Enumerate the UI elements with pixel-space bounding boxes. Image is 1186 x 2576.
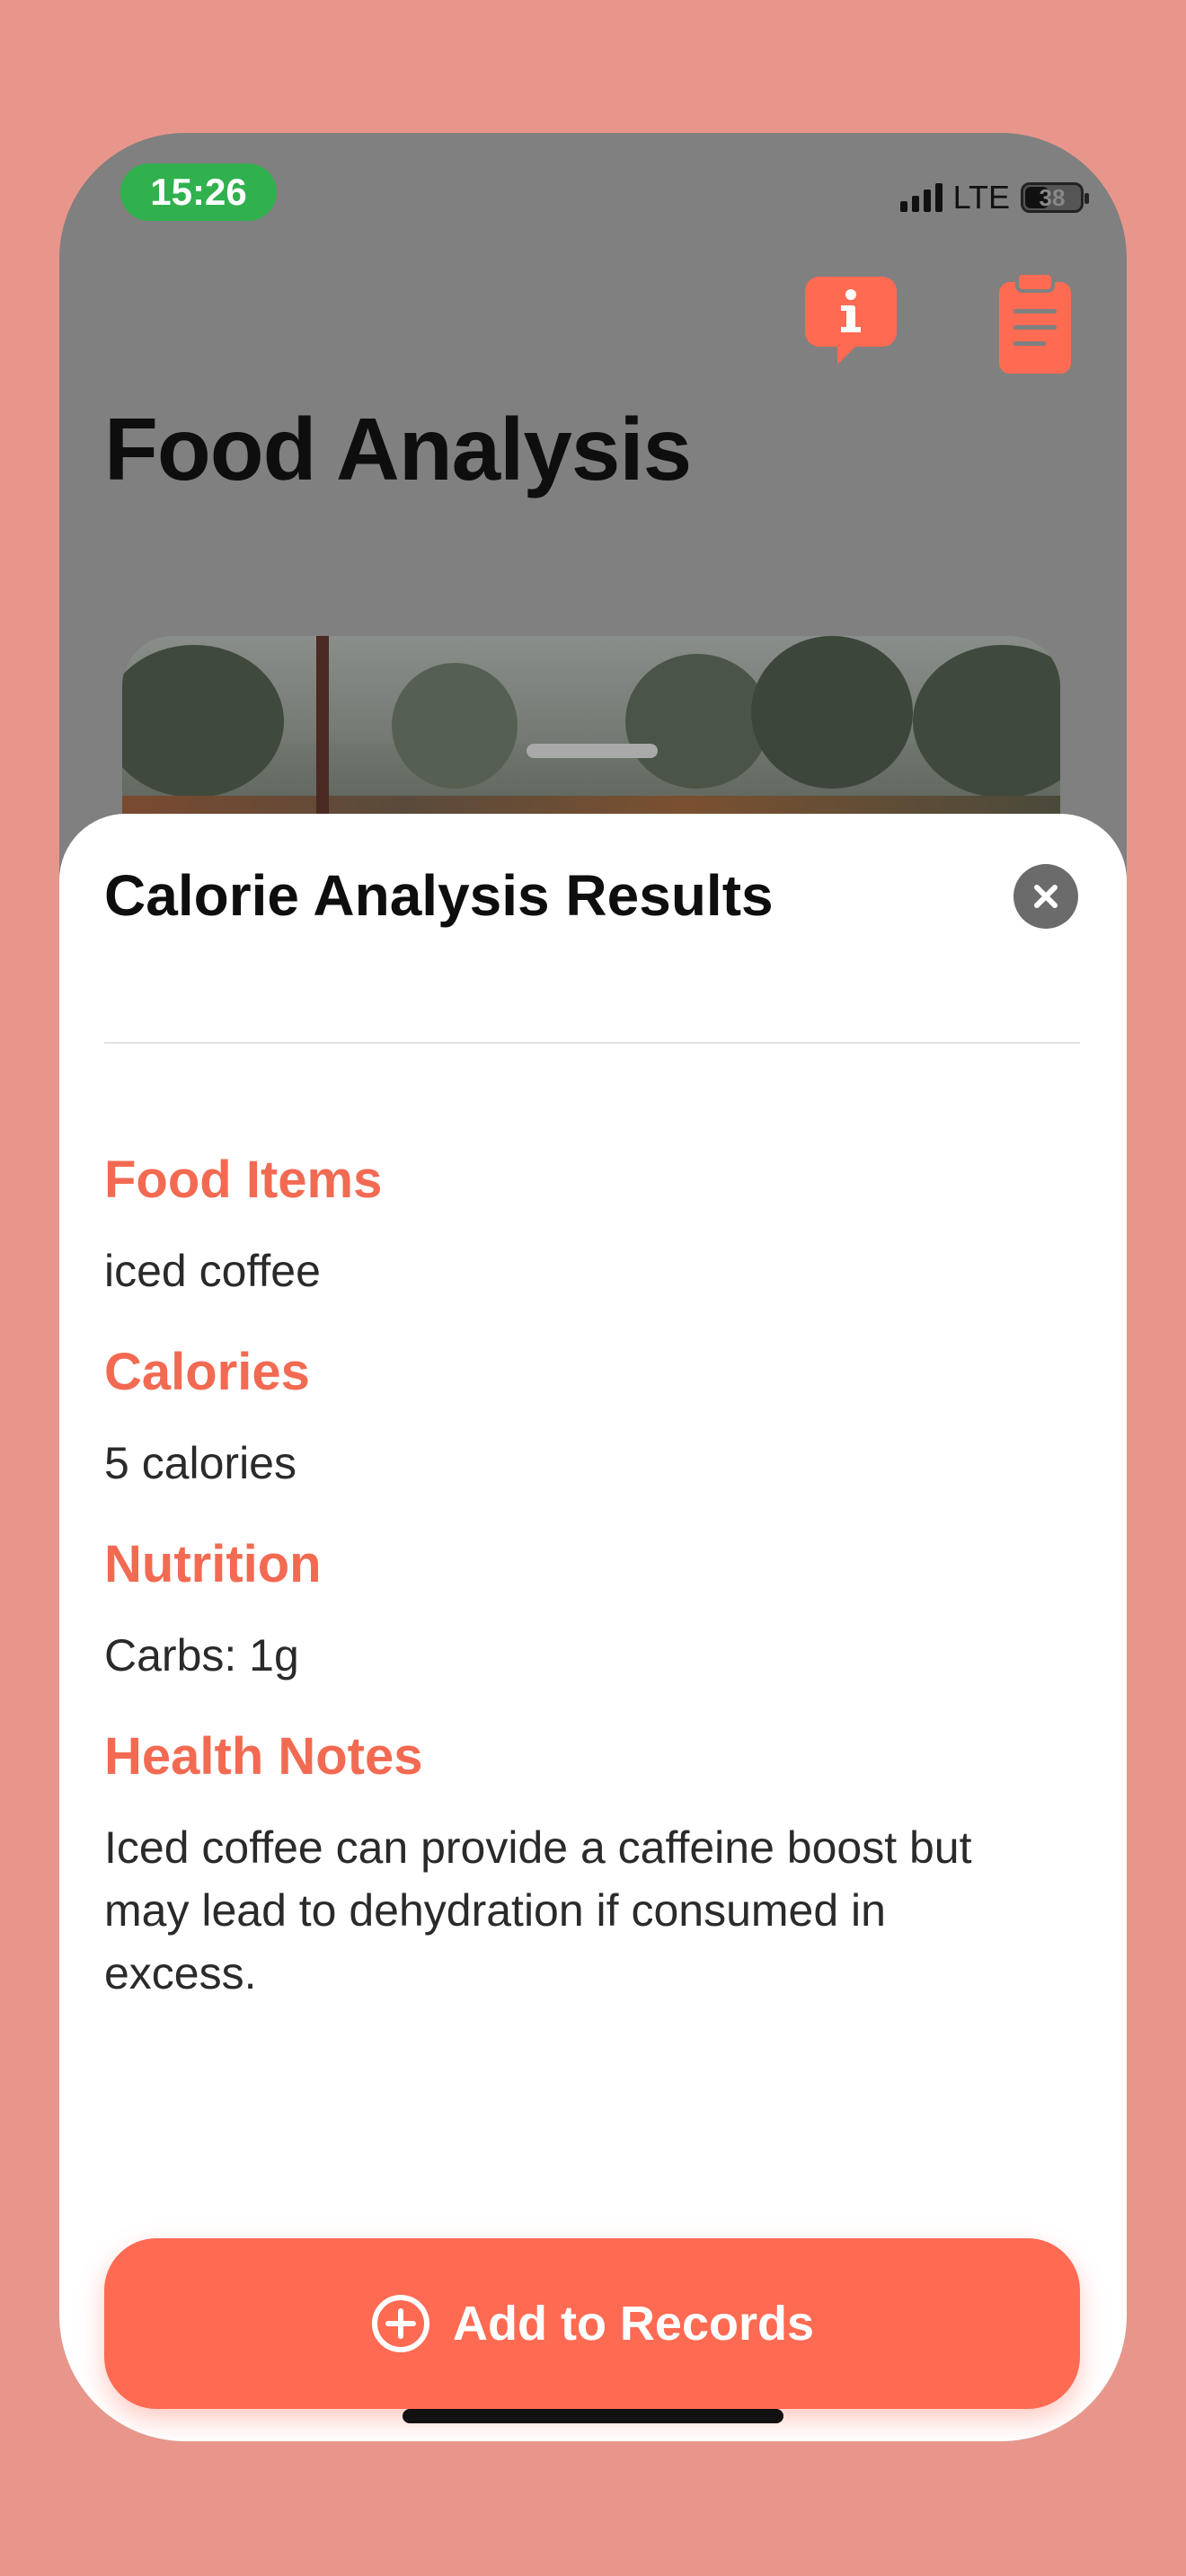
battery-level: 38 xyxy=(1039,184,1066,211)
sheet-title: Calorie Analysis Results xyxy=(104,863,774,928)
home-indicator[interactable] xyxy=(403,2409,783,2423)
network-label: LTE xyxy=(952,179,1010,216)
food-items-value: iced coffee xyxy=(104,1246,321,1296)
info-button[interactable] xyxy=(803,275,898,365)
add-to-records-button[interactable]: Add to Records xyxy=(104,2238,1080,2409)
info-bubble-icon xyxy=(805,277,897,365)
nutrition-value: Carbs: 1g xyxy=(104,1630,299,1681)
calories-value: 5 calories xyxy=(104,1438,296,1488)
health-notes-heading: Health Notes xyxy=(104,1727,423,1786)
page-title: Food Analysis xyxy=(104,400,692,498)
close-icon xyxy=(1034,885,1058,908)
status-bar: 15:26 LTE 38 xyxy=(59,133,1127,241)
divider xyxy=(104,1042,1080,1044)
calories-heading: Calories xyxy=(104,1343,310,1401)
food-items-heading: Food Items xyxy=(104,1151,383,1209)
status-time: 15:26 xyxy=(120,163,277,221)
clipboard-icon xyxy=(999,271,1071,374)
results-sheet: Calorie Analysis Results Food Items iced… xyxy=(59,814,1127,2441)
plus-circle-icon xyxy=(371,2295,429,2352)
nutrition-heading: Nutrition xyxy=(104,1535,322,1593)
close-button[interactable] xyxy=(1013,864,1078,929)
phone-screen: 15:26 LTE 38 Food Analysis Calorie Analy… xyxy=(59,133,1127,2441)
status-indicators: LTE 38 xyxy=(899,179,1089,216)
signal-icon xyxy=(899,183,943,212)
add-to-records-label: Add to Records xyxy=(452,2297,815,2351)
battery-icon: 38 xyxy=(1021,182,1089,213)
health-notes-value: Iced coffee can provide a caffeine boost… xyxy=(104,1822,972,1998)
records-button[interactable] xyxy=(997,268,1073,375)
sheet-grabber[interactable] xyxy=(527,744,658,758)
